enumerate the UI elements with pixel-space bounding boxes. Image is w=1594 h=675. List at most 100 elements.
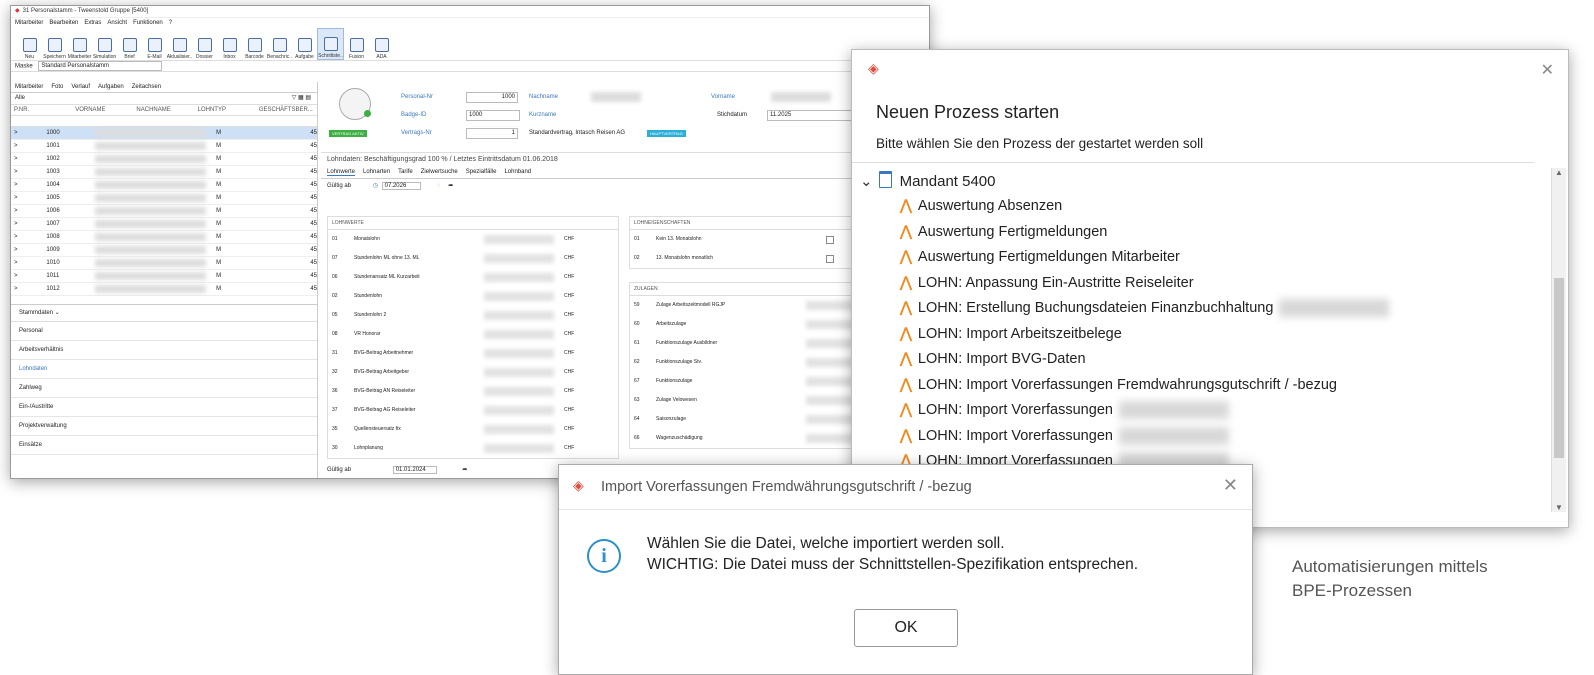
scroll-down-icon[interactable]: ▼ [1555, 503, 1563, 512]
row-expander[interactable]: > [11, 127, 43, 139]
stammdaten-nav-item[interactable]: Arbeitsverhältnis [11, 341, 317, 360]
stammdaten-nav-item[interactable]: Lohndaten [11, 360, 317, 379]
ribbon-button[interactable]: Aufgabe [292, 30, 317, 60]
table-row[interactable]: >1008 M 45 [11, 231, 317, 244]
table-row[interactable]: >1011 M 45 [11, 270, 317, 283]
menu-item[interactable]: Ansicht [107, 20, 127, 26]
stammdaten-nav-item[interactable]: Personal [11, 322, 317, 341]
row-expander[interactable]: > [11, 257, 43, 269]
tab-item[interactable]: Lohnwerte [327, 169, 356, 176]
lohnwert-value-field[interactable] [484, 235, 554, 244]
tab-item[interactable]: Mitarbeiter [15, 84, 43, 90]
table-row[interactable]: >1007 M 45 [11, 218, 317, 231]
ribbon-button[interactable]: Mitarbeiter [67, 30, 92, 60]
bottom-arrow-icon[interactable]: ➦ [462, 467, 467, 473]
process-item[interactable]: ⋀ Auswertung Fertigmeldungen Mitarbeiter [900, 248, 1180, 266]
table-row[interactable]: >1004 M 45 [11, 179, 317, 192]
row-expander[interactable]: > [11, 218, 43, 230]
lohnwert-value-field[interactable] [484, 425, 554, 434]
table-row[interactable]: >1005 M 45 [11, 192, 317, 205]
table-row[interactable]: >1006 M 45 [11, 205, 317, 218]
row-expander[interactable]: > [11, 192, 43, 204]
table-row[interactable]: >1000 M 45 [11, 127, 317, 140]
tree-root[interactable]: ⌄ Mandant 5400 [860, 171, 996, 191]
vertrags-nr-field[interactable]: 1 [466, 128, 518, 139]
row-expander[interactable]: > [11, 179, 43, 191]
tab-item[interactable]: Zeitachsen [132, 84, 161, 90]
tab-item[interactable]: Lohnarten [363, 169, 390, 175]
ribbon-button[interactable]: Schnittste.. [317, 28, 344, 60]
menu-item[interactable]: Bearbeiten [49, 20, 78, 26]
stammdaten-nav-item[interactable]: Ein-/Austritte [11, 398, 317, 417]
scroll-thumb[interactable] [1554, 278, 1564, 458]
lohnwert-value-field[interactable] [484, 330, 554, 339]
clock-icon[interactable]: ◷ [373, 183, 378, 189]
filter-select[interactable]: Alle [15, 95, 25, 101]
tab-item[interactable]: Verlauf [71, 84, 90, 90]
lohnwert-value-field[interactable] [484, 387, 554, 396]
tab-item[interactable]: Aufgaben [98, 84, 124, 90]
process-item[interactable]: ⋀ LOHN: Import Vorerfassungen Fremdwahrun… [900, 376, 1337, 394]
table-row[interactable]: >1009 M 45 [11, 244, 317, 257]
process-item[interactable]: ⋀ Auswertung Absenzen [900, 197, 1062, 215]
menu-item[interactable]: ? [169, 20, 172, 26]
ribbon-button[interactable]: Barcode [242, 30, 267, 60]
refresh-icon[interactable]: ◌ [437, 183, 441, 189]
stichdatum-field[interactable]: 11.2025 [767, 110, 853, 121]
table-row[interactable]: >1003 M 45 [11, 166, 317, 179]
eigenschaft-checkbox[interactable] [826, 255, 834, 263]
table-row[interactable]: >1002 M 45 [11, 153, 317, 166]
process-item[interactable]: ⋀ LOHN: Import Vorerfassungen [900, 426, 1229, 445]
nachname-field[interactable] [591, 92, 641, 102]
ribbon-button[interactable]: Neu [17, 30, 42, 60]
ribbon-button[interactable]: ADA [369, 30, 394, 60]
lohnwert-value-field[interactable] [484, 349, 554, 358]
tab-item[interactable]: Lohnband [504, 169, 531, 175]
ribbon-button[interactable]: E-Mail [142, 30, 167, 60]
personal-nr-field[interactable]: 1000 [466, 92, 518, 103]
column-header[interactable]: P.NR. [11, 105, 72, 115]
stammdaten-nav-item[interactable]: Zahlweg [11, 379, 317, 398]
tree-scrollbar[interactable]: ▲ ▼ [1551, 168, 1566, 512]
bottom-gueltig-field[interactable]: 01.01.2024 [392, 466, 437, 474]
row-expander[interactable]: > [11, 231, 43, 243]
menu-item[interactable]: Mitarbeiter [15, 20, 43, 26]
close-icon[interactable]: ✕ [1541, 60, 1554, 80]
column-header[interactable]: GESCHÄFTSBER... [256, 105, 317, 115]
ribbon-button[interactable]: Speichern [42, 30, 67, 60]
stammdaten-nav-item[interactable]: Projektverwaltung [11, 417, 317, 436]
column-header[interactable]: VORNAME [72, 105, 133, 115]
ok-button[interactable]: OK [854, 609, 958, 647]
lohnwert-value-field[interactable] [484, 273, 554, 282]
lohnwert-value-field[interactable] [484, 254, 554, 263]
row-expander[interactable]: > [11, 140, 43, 152]
badge-id-field[interactable]: 1000 [466, 110, 520, 121]
eigenschaft-checkbox[interactable] [826, 236, 834, 244]
row-expander[interactable]: > [11, 244, 43, 256]
chevron-down-icon[interactable]: ⌄ [860, 173, 873, 190]
process-item[interactable]: ⋀ LOHN: Import Vorerfassungen [900, 401, 1229, 420]
stammdaten-header[interactable]: Stammdaten ⌄ [11, 304, 317, 322]
table-row[interactable]: >1012 M 45 [11, 283, 317, 296]
process-item[interactable]: ⋀ LOHN: Erstellung Buchungsdateien Finanz… [900, 299, 1390, 318]
table-row[interactable]: >1010 M 45 [11, 257, 317, 270]
gueltig-ab-field[interactable]: 07.2026 [381, 182, 422, 190]
tab-item[interactable]: Foto [51, 84, 63, 90]
process-item[interactable]: ⋀ LOHN: Import BVG-Daten [900, 350, 1086, 368]
ribbon-button[interactable]: Simulation [92, 30, 117, 60]
menu-item[interactable]: Extras [84, 20, 101, 26]
row-expander[interactable]: > [11, 205, 43, 217]
ribbon-button[interactable]: Benachric.. [267, 30, 292, 60]
tab-item[interactable]: Spezialfälle [466, 169, 497, 175]
ribbon-button[interactable]: Brief [117, 30, 142, 60]
close-icon[interactable]: ✕ [1223, 475, 1238, 496]
row-expander[interactable]: > [11, 153, 43, 165]
column-header[interactable]: LOHNTYP [195, 105, 256, 115]
row-expander[interactable]: > [11, 270, 43, 282]
mask-select[interactable]: Standard Personalstamm [38, 61, 163, 71]
lohnwert-value-field[interactable] [484, 292, 554, 301]
lohnwert-value-field[interactable] [484, 444, 554, 453]
process-item[interactable]: ⋀ LOHN: Import Arbeitszeitbelege [900, 325, 1122, 343]
row-expander[interactable]: > [11, 166, 43, 178]
row-expander[interactable]: > [11, 283, 43, 295]
